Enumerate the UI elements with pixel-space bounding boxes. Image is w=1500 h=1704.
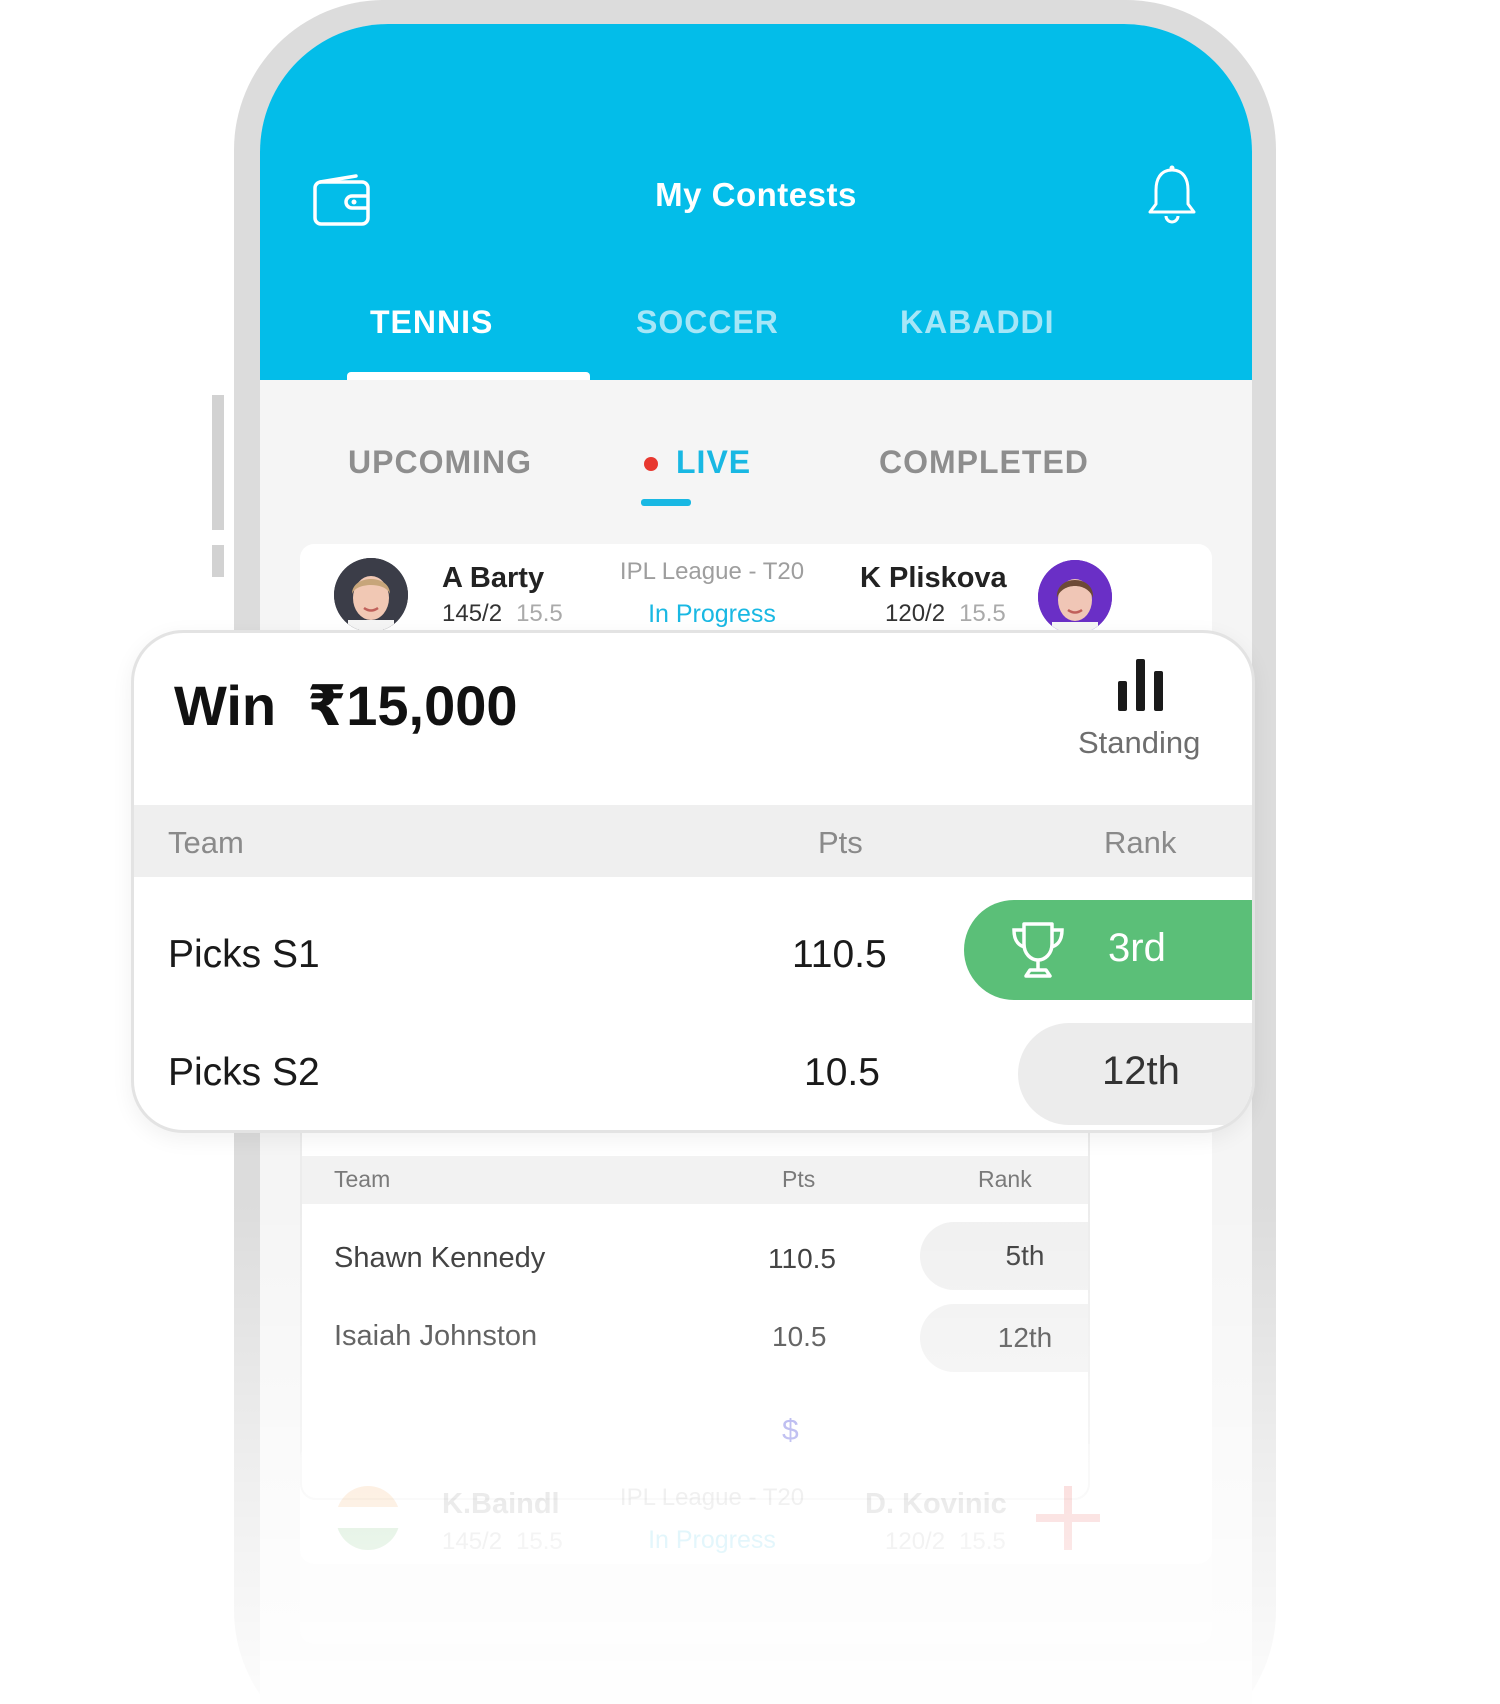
rank-badge: 5th [920, 1222, 1088, 1290]
table-row-pts: 10.5 [772, 1321, 827, 1352]
standings-table-header [134, 805, 1252, 877]
background-column-pts: Pts [782, 1166, 816, 1192]
next-match-card[interactable]: K.Baindl 145/2 15.5 IPL League - T20 In P… [300, 1444, 1212, 1644]
background-column-rank: Rank [978, 1166, 1032, 1192]
background-standings-table: Team Pts Rank Shawn Kennedy 110.5 5th Is… [300, 1100, 1090, 1500]
next-league-name: IPL League - T20 [619, 1484, 805, 1511]
phone-side-button [212, 395, 224, 530]
next-player2-runs: 120/2 [885, 1528, 946, 1555]
rank-value: 12th [1102, 1049, 1180, 1093]
next-player2-overs: 15.5 [959, 1528, 1006, 1555]
player2-score: 120/2 15.5 [885, 600, 1006, 628]
bell-icon[interactable] [1147, 164, 1197, 226]
tab-completed[interactable]: COMPLETED [879, 444, 1089, 481]
live-indicator-dot [644, 457, 658, 471]
table-row-pts: 10.5 [804, 1051, 880, 1094]
app-header: My Contests TENNIS SOCCER KABADDI [260, 24, 1252, 380]
rank-value: 3rd [1108, 926, 1166, 970]
prize-title: Win ₹15,000 [174, 673, 518, 739]
currency-icon: $ [782, 1414, 799, 1447]
rank-badge: 12th [920, 1304, 1088, 1372]
tab-kabaddi[interactable]: KABADDI [900, 304, 1055, 341]
table-row-pts: 110.5 [792, 933, 887, 976]
contest-card[interactable]: Win ₹15,000 Standing Team Pts Rank Picks… [131, 630, 1255, 1133]
table-row-team: Shawn Kennedy [334, 1242, 546, 1274]
standing-button[interactable]: Standing [1078, 725, 1200, 761]
column-team: Team [168, 825, 244, 860]
next-match-status: In Progress [648, 1526, 776, 1554]
column-pts: Pts [818, 825, 863, 860]
column-rank: Rank [1104, 825, 1177, 860]
live-tab-indicator [641, 499, 691, 506]
phone-side-button [212, 545, 224, 577]
player2-avatar [1038, 560, 1112, 634]
tab-upcoming[interactable]: UPCOMING [348, 444, 532, 481]
background-column-team: Team [334, 1166, 391, 1192]
table-row-team: Picks S1 [168, 933, 320, 976]
next-player2-flag-icon [1036, 1486, 1100, 1550]
table-row-team: Isaiah Johnston [334, 1320, 538, 1352]
win-label: Win [174, 674, 277, 737]
page-title: My Contests [655, 176, 857, 213]
tab-live[interactable]: LIVE [676, 444, 751, 481]
active-tab-indicator [347, 372, 590, 380]
next-player2-name: D. Kovinic [865, 1488, 1007, 1520]
rank-badge: 12th [1018, 1023, 1252, 1125]
trophy-icon [1012, 922, 1064, 978]
player2-overs: 15.5 [959, 600, 1006, 627]
rank-badge-highlight: 3rd [964, 900, 1252, 1000]
match-status: In Progress [648, 600, 776, 628]
background-table-header [302, 1156, 1088, 1204]
prize-amount: ₹15,000 [307, 674, 518, 737]
player2-runs: 120/2 [885, 600, 946, 627]
table-row-pts: 110.5 [768, 1243, 836, 1274]
player2-name: K Pliskova [860, 562, 1007, 594]
next-player2-score: 120/2 15.5 [885, 1528, 1006, 1556]
tab-tennis[interactable]: TENNIS [370, 304, 493, 341]
table-row-team: Picks S2 [168, 1051, 320, 1094]
bar-chart-icon[interactable] [1118, 659, 1164, 711]
tab-soccer[interactable]: SOCCER [636, 304, 779, 341]
league-name: IPL League - T20 [619, 558, 805, 585]
